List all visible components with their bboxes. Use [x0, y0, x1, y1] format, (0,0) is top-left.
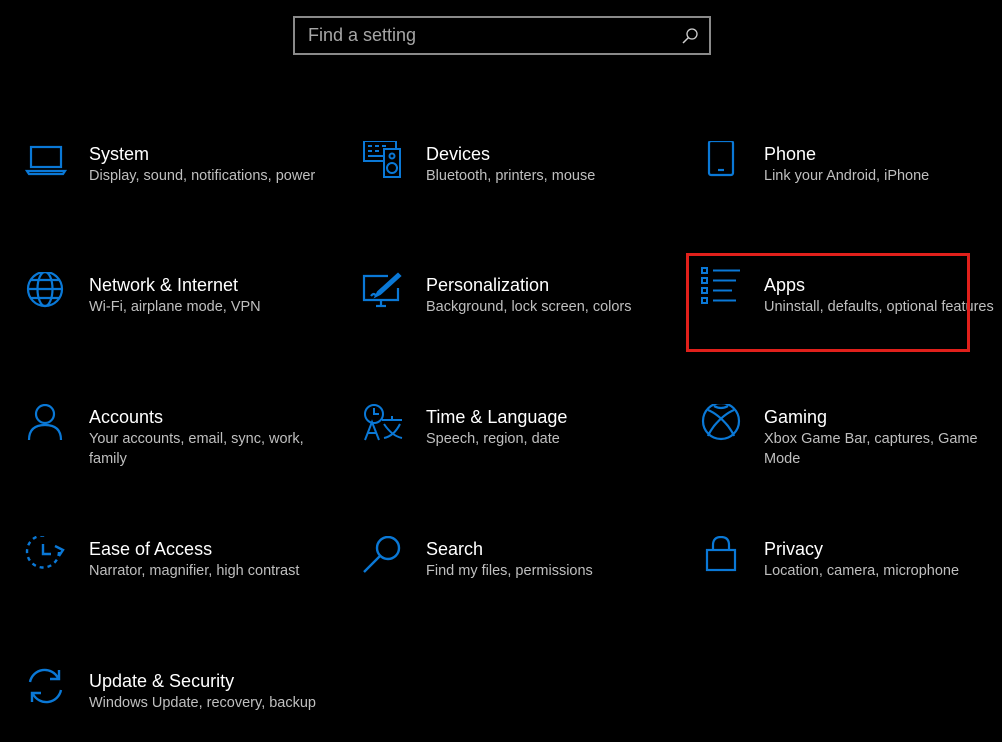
tile-update-security[interactable]: Update & Security Windows Update, recove…: [25, 668, 325, 742]
tile-ease-of-access[interactable]: Ease of Access Narrator, magnifier, high…: [25, 536, 325, 626]
devices-icon: [362, 141, 406, 185]
tile-description: Wi-Fi, airplane mode, VPN: [89, 299, 261, 315]
tile-description: Windows Update, recovery, backup: [89, 695, 317, 711]
tile-title: Privacy: [764, 539, 824, 559]
search-icon[interactable]: [681, 27, 699, 45]
sync-icon: [25, 668, 69, 712]
tile-title: Accounts: [89, 407, 164, 427]
person-icon: [25, 404, 69, 448]
tile-title: Ease of Access: [89, 539, 213, 559]
tile-title: Gaming: [764, 407, 828, 427]
time-language-icon: [362, 404, 406, 448]
tile-description: Xbox Game Bar, captures, Game Mode: [764, 431, 978, 467]
tile-description: Your accounts, email, sync, work, family: [89, 431, 304, 467]
tile-description: Bluetooth, printers, mouse: [426, 168, 596, 184]
xbox-icon: [700, 404, 744, 448]
tile-title: Search: [426, 539, 484, 559]
tile-network[interactable]: Network & Internet Wi-Fi, airplane mode,…: [25, 272, 325, 362]
paint-icon: [362, 272, 406, 316]
tile-title: Apps: [764, 275, 806, 295]
tile-title: Devices: [426, 144, 491, 164]
tile-description: Uninstall, defaults, optional features: [764, 299, 994, 315]
globe-icon: [25, 272, 69, 316]
tile-description: Location, camera, microphone: [764, 563, 960, 579]
tile-description: Narrator, magnifier, high contrast: [89, 563, 300, 579]
tile-system[interactable]: System Display, sound, notifications, po…: [25, 141, 325, 231]
tile-title: Update & Security: [89, 671, 235, 691]
tile-accounts[interactable]: Accounts Your accounts, email, sync, wor…: [25, 404, 325, 494]
tile-personalization[interactable]: Personalization Background, lock screen,…: [362, 272, 662, 362]
tile-title: Phone: [764, 144, 817, 164]
ease-of-access-icon: [25, 536, 69, 580]
phone-icon: [700, 141, 744, 185]
tile-title: System: [89, 144, 150, 164]
magnifier-icon: [362, 536, 406, 580]
tile-apps[interactable]: Apps Uninstall, defaults, optional featu…: [700, 266, 1000, 356]
tile-privacy[interactable]: Privacy Location, camera, microphone: [700, 536, 1000, 626]
tile-search[interactable]: Search Find my files, permissions: [362, 536, 662, 626]
tile-description: Speech, region, date: [426, 431, 560, 447]
tile-description: Display, sound, notifications, power: [89, 168, 316, 184]
tile-description: Link your Android, iPhone: [764, 168, 930, 184]
search-input[interactable]: [295, 18, 709, 53]
lock-icon: [700, 536, 744, 580]
tile-title: Network & Internet: [89, 275, 239, 295]
tile-title: Personalization: [426, 275, 550, 295]
laptop-icon: [25, 141, 69, 185]
tile-gaming[interactable]: Gaming Xbox Game Bar, captures, Game Mod…: [700, 404, 1000, 494]
tile-devices[interactable]: Devices Bluetooth, printers, mouse: [362, 141, 662, 231]
tile-description: Find my files, permissions: [426, 563, 593, 579]
tile-phone[interactable]: Phone Link your Android, iPhone: [700, 141, 1000, 231]
tile-description: Background, lock screen, colors: [426, 299, 632, 315]
apps-list-icon: [700, 266, 744, 310]
tile-time-language[interactable]: Time & Language Speech, region, date: [362, 404, 662, 494]
settings-home: System Display, sound, notifications, po…: [0, 0, 1002, 742]
search-box[interactable]: [293, 16, 711, 55]
tile-title: Time & Language: [426, 407, 568, 427]
